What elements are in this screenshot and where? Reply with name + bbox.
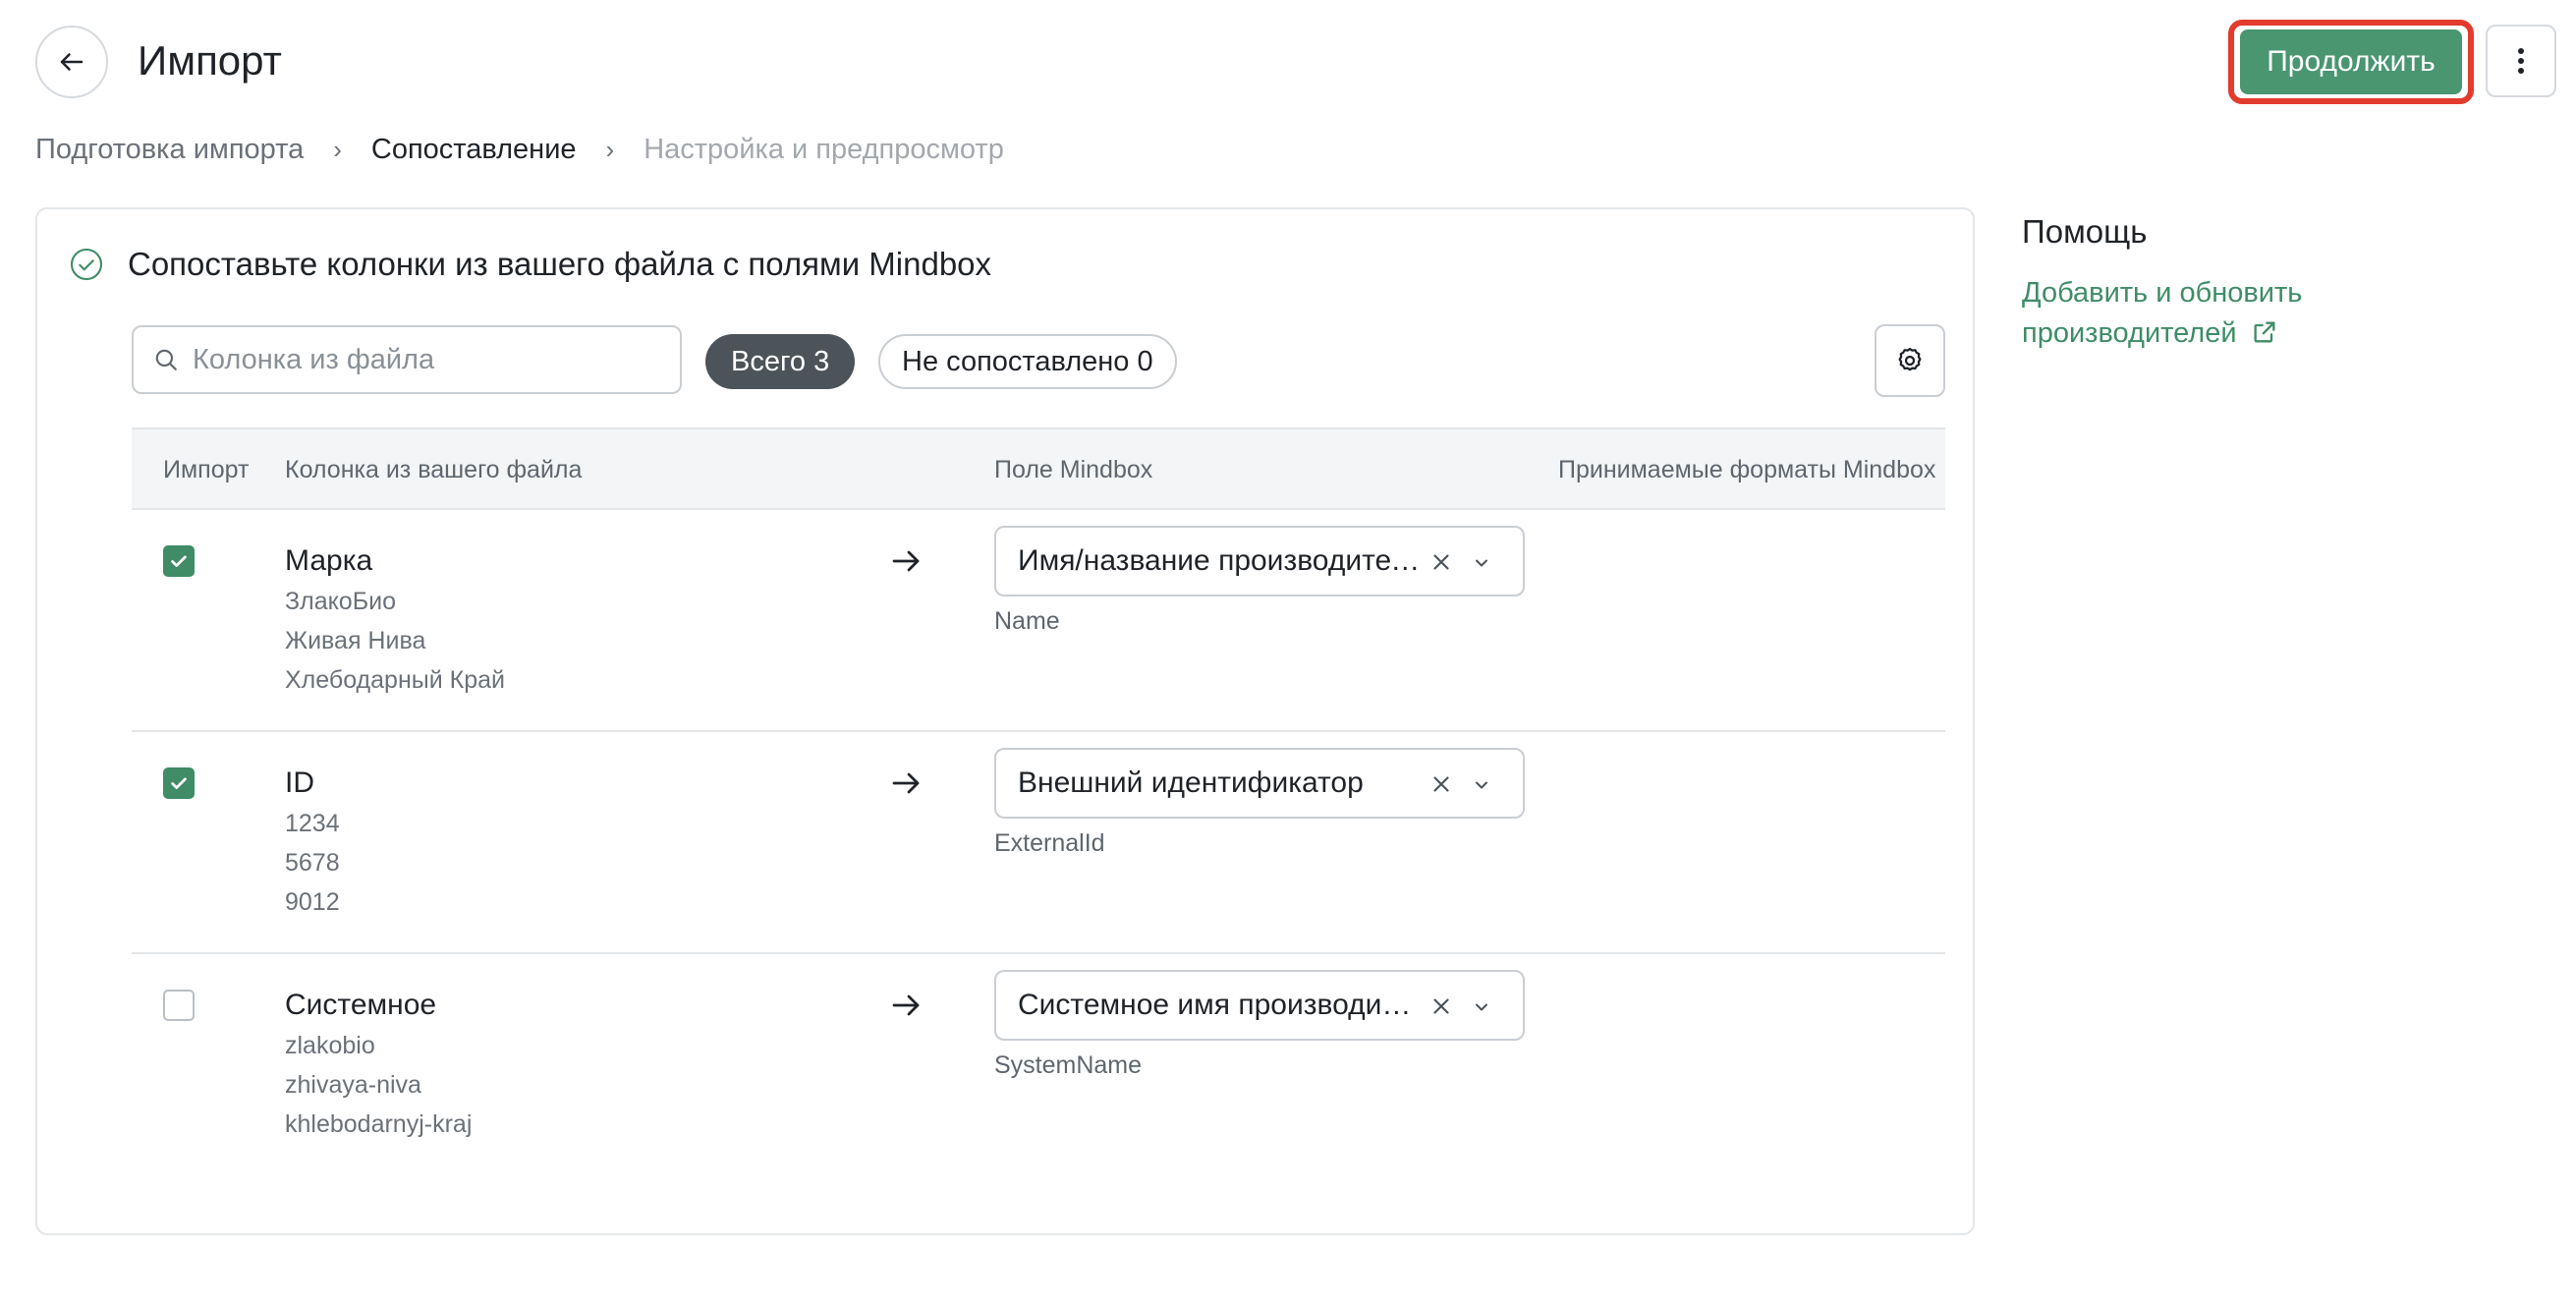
more-options-button[interactable] xyxy=(2486,25,2556,97)
filter-all-pill[interactable]: Всего 3 xyxy=(705,334,856,389)
checkmark-icon xyxy=(171,777,187,789)
file-column-name: Марка xyxy=(285,544,373,577)
mindbox-field-select[interactable]: Имя/название производителя xyxy=(994,526,1525,596)
sample-value: zlakobio xyxy=(285,1032,375,1059)
card-title: Сопоставьте колонки из вашего файла с по… xyxy=(128,246,992,282)
gear-icon xyxy=(1898,348,1922,371)
table-header: Импорт Колонка из вашего файла Поле Mind… xyxy=(132,427,1945,510)
header-mindbox-field: Поле Mindbox xyxy=(994,455,1153,483)
clear-icon[interactable] xyxy=(1428,993,1454,1019)
sample-value: 1234 xyxy=(285,810,340,837)
import-checkbox[interactable] xyxy=(163,767,195,799)
mindbox-system-name: Name xyxy=(994,607,1060,635)
mindbox-field-select[interactable]: Внешний идентификатор xyxy=(994,748,1525,819)
select-value: Имя/название производителя xyxy=(1018,544,1421,577)
help-link-manufacturers[interactable]: Добавить и обновить производителей xyxy=(2022,273,2435,354)
help-link-line2: производителей xyxy=(2022,317,2237,349)
sample-value: zhivaya-niva xyxy=(285,1071,421,1099)
arrow-right-icon xyxy=(892,550,920,572)
column-search-field[interactable] xyxy=(132,325,682,394)
external-link-icon xyxy=(2254,321,2275,343)
arrow-left-icon xyxy=(60,53,84,71)
breadcrumb-separator: › xyxy=(333,134,342,164)
breadcrumb: Подготовка импорта › Сопоставление › Нас… xyxy=(35,130,1004,169)
page-header: Импорт Продолжить xyxy=(0,0,2576,128)
breadcrumb-step-preview: Настройка и предпросмотр xyxy=(644,133,1004,165)
breadcrumb-step-preparation[interactable]: Подготовка импорта xyxy=(35,134,304,166)
header-formats: Принимаемые форматы Mindbox xyxy=(1558,455,1936,483)
sample-value: 9012 xyxy=(285,888,340,916)
chevron-down-icon[interactable] xyxy=(1472,997,1491,1017)
table-settings-button[interactable] xyxy=(1875,324,1945,397)
header-file-column: Колонка из вашего файла xyxy=(285,455,583,483)
help-title: Помощь xyxy=(2022,213,2148,250)
sample-value: ЗлакоБио xyxy=(285,588,396,615)
chevron-down-icon[interactable] xyxy=(1472,775,1491,795)
chevron-down-icon[interactable] xyxy=(1472,553,1491,573)
table-row: ID 1234 5678 9012 Внешний идентификатор … xyxy=(132,732,1945,954)
help-link-line1: Добавить и обновить xyxy=(2022,277,2303,309)
header-import: Импорт xyxy=(163,455,250,483)
import-checkbox[interactable] xyxy=(163,545,195,577)
mindbox-system-name: ExternalId xyxy=(994,829,1105,857)
clear-icon[interactable] xyxy=(1428,549,1454,575)
arrow-right-icon xyxy=(892,772,920,794)
select-value: Внешний идентификатор xyxy=(1018,766,1364,799)
mapping-card: Сопоставьте колонки из вашего файла с по… xyxy=(35,207,1975,1235)
kebab-menu-icon xyxy=(2518,48,2524,74)
card-header: Сопоставьте колонки из вашего файла с по… xyxy=(69,243,991,286)
filter-unmatched-pill[interactable]: Не сопоставлено 0 xyxy=(878,334,1177,389)
help-panel: Помощь Добавить и обновить производителе… xyxy=(2022,210,2435,354)
back-button[interactable] xyxy=(35,26,108,98)
file-column-name: ID xyxy=(285,766,314,799)
breadcrumb-step-mapping: Сопоставление xyxy=(370,133,577,165)
import-checkbox[interactable] xyxy=(163,990,195,1021)
sample-value: Хлебодарный Край xyxy=(285,666,505,694)
table-row: Системное zlakobio zhivaya-niva khleboda… xyxy=(132,954,1945,1176)
sample-value: khlebodarnyj-kraj xyxy=(285,1110,473,1138)
arrow-right-icon xyxy=(892,994,920,1016)
search-icon xyxy=(155,349,177,370)
checkmark-icon xyxy=(171,555,187,567)
continue-button[interactable]: Продолжить xyxy=(2240,29,2462,94)
check-circle-icon xyxy=(70,248,103,281)
clear-icon[interactable] xyxy=(1428,771,1454,797)
page-title: Импорт xyxy=(138,37,282,84)
table-row: Марка ЗлакоБио Живая Нива Хлебодарный Кр… xyxy=(132,510,1945,732)
sample-value: 5678 xyxy=(285,849,340,877)
sample-value: Живая Нива xyxy=(285,627,426,654)
select-value: Системное имя производителя xyxy=(1018,989,1421,1021)
mindbox-field-select[interactable]: Системное имя производителя xyxy=(994,970,1525,1041)
breadcrumb-separator: › xyxy=(605,134,615,164)
file-column-name: Системное xyxy=(285,989,437,1021)
mindbox-system-name: SystemName xyxy=(994,1051,1143,1079)
column-search-input[interactable] xyxy=(193,343,664,376)
